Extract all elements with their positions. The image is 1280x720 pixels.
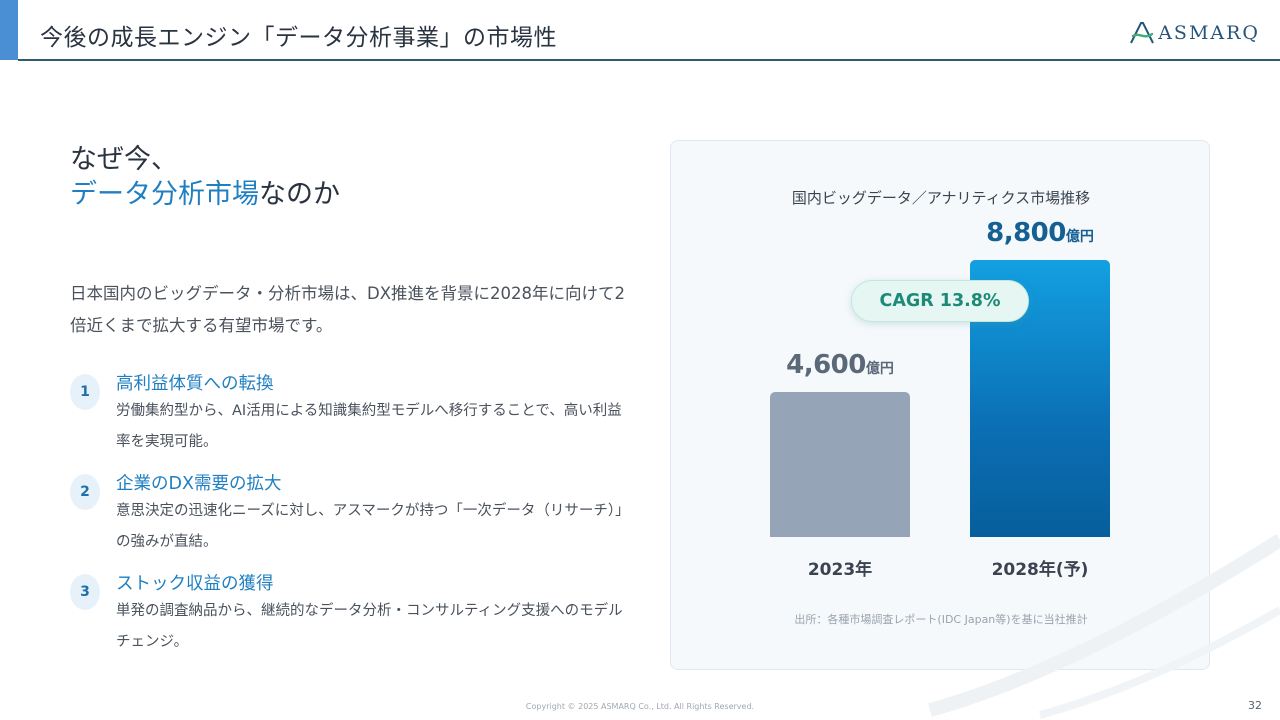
heading-highlight: データ分析市場 (70, 179, 259, 210)
heading-rest: なのか (259, 179, 340, 210)
point-number-badge: 2 (70, 474, 100, 510)
slide-header: 今後の成長エンジン「データ分析事業」の市場性 (0, 0, 1280, 61)
point-description: 単発の調査納品から、継続的なデータ分析・コンサルティング支援へのモデルチェンジ。 (116, 603, 623, 650)
slide-title: 今後の成長エンジン「データ分析事業」の市場性 (40, 25, 557, 51)
point-title: 高利益体質への転換 (116, 374, 274, 394)
chart-bar-1 (770, 392, 910, 537)
page-number: 32 (1248, 699, 1262, 712)
logo-text: ASMARQ (1158, 22, 1260, 44)
company-logo: ASMARQ (1129, 20, 1260, 46)
market-chart-card: 国内ビッグデータ／アナリティクス市場推移 出所：各種市場調査レポート(IDC J… (670, 140, 1210, 670)
logo-mark-icon (1130, 22, 1155, 44)
chart-category-label-2: 2028年(予) (991, 560, 1089, 580)
chart-value-unit: 億円 (865, 361, 894, 377)
point-number-badge: 3 (70, 574, 100, 610)
section-heading: なぜ今、 データ分析市場なのか (70, 142, 340, 212)
header-divider (18, 59, 1280, 61)
chart-value-unit: 億円 (1065, 229, 1094, 245)
point-title: ストック収益の獲得 (116, 574, 274, 594)
point-title: 企業のDX需要の拡大 (116, 474, 282, 494)
chart-value-label-2: 8,800億円 (970, 218, 1110, 248)
footer-copyright: Copyright © 2025 ASMARQ Co., Ltd. All Ri… (525, 702, 755, 711)
point-description: 意思決定の迅速化ニーズに対し、アスマークが持つ「一次データ（リサーチ）」の強みが… (116, 503, 623, 550)
heading-line-2: データ分析市場なのか (70, 177, 340, 212)
chart-category-label-1: 2023年 (807, 560, 873, 580)
point-description: 労働集約型から、AI活用による知識集約型モデルへ移行することで、高い利益率を実現… (116, 403, 622, 450)
chart-title: 国内ビッグデータ／アナリティクス市場推移 (791, 189, 1091, 207)
chart-value-number: 4,600 (786, 350, 866, 380)
header-accent-bar (0, 0, 18, 60)
point-number-badge: 1 (70, 374, 100, 410)
chart-source-note: 出所：各種市場調査レポート(IDC Japan等)を基に当社推計 (794, 613, 1088, 626)
intro-paragraph: 日本国内のビッグデータ・分析市場は、DX推進を背景に2028年に向けて2倍近くま… (70, 284, 625, 335)
chart-value-number: 8,800 (986, 218, 1066, 248)
cagr-badge: CAGR 13.8% (851, 280, 1029, 322)
heading-line-1: なぜ今、 (70, 144, 178, 175)
chart-value-label-1: 4,600億円 (770, 350, 910, 380)
